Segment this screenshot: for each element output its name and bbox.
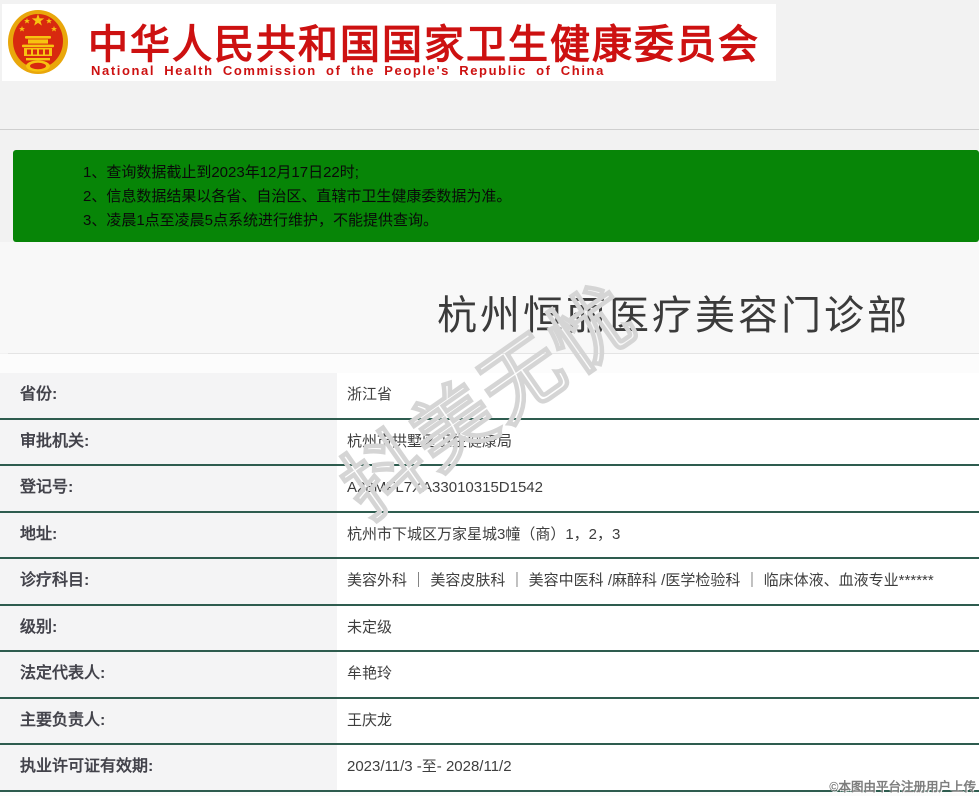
field-label: 执业许可证有效期: — [0, 745, 337, 790]
notice-line: 1、查询数据截止到2023年12月17日22时; — [83, 164, 359, 181]
field-value: 王庆龙 — [337, 698, 979, 743]
image-upload-caption: ©本图由平台注册用户上传 — [829, 780, 976, 794]
table-row: 登记号: A28MFL7XA33010315D1542 — [0, 466, 979, 513]
field-value: 未定级 — [337, 605, 979, 650]
china-national-emblem-icon — [8, 10, 68, 74]
field-label: 地址: — [0, 512, 337, 557]
field-label: 法定代表人: — [0, 652, 337, 697]
site-title-english: National Health Commission of the People… — [91, 63, 605, 78]
field-label: 级别: — [0, 605, 337, 650]
page-title: 杭州恒丽医疗美容门诊部 — [437, 294, 910, 338]
site-title-chinese: 中华人民共和国国家卫生健康委员会 — [88, 23, 760, 67]
table-row: 级别: 未定级 — [0, 605, 979, 652]
field-value: 浙江省 — [337, 373, 979, 418]
field-label: 审批机关: — [0, 419, 337, 464]
field-value: 美容外科 ｜ 美容皮肤科 ｜ 美容中医科 /麻醉科 /医学检验科 ｜ 临床体液、… — [337, 559, 979, 604]
field-label: 省份: — [0, 373, 337, 418]
table-row: 诊疗科目: 美容外科 ｜ 美容皮肤科 ｜ 美容中医科 /麻醉科 /医学检验科 ｜… — [0, 559, 979, 606]
notice-line: 2、信息数据结果以各省、自治区、直辖市卫生健康委数据为准。 — [83, 188, 512, 205]
header-divider — [0, 129, 979, 130]
notice-line: 3、凌晨1点至凌晨5点系统进行维护，不能提供查询。 — [83, 212, 439, 229]
institution-detail-table: 省份: 浙江省 审批机关: 杭州市拱墅区卫生健康局 登记号: A28MFL7XA… — [0, 373, 979, 792]
table-row: 地址: 杭州市下城区万家星城3幢（商）1，2，3 — [0, 512, 979, 559]
field-value: 杭州市下城区万家星城3幢（商）1，2，3 — [337, 512, 979, 557]
notice-box: 1、查询数据截止到2023年12月17日22时; 2、信息数据结果以各省、自治区… — [13, 150, 979, 242]
table-row: 省份: 浙江省 — [0, 373, 979, 420]
field-value: 杭州市拱墅区卫生健康局 — [337, 419, 979, 464]
field-value: A28MFL7XA33010315D1542 — [337, 466, 979, 511]
table-row: 审批机关: 杭州市拱墅区卫生健康局 — [0, 419, 979, 466]
header-banner: 中华人民共和国国家卫生健康委员会 National Health Commiss… — [2, 4, 776, 81]
table-row: 主要负责人: 王庆龙 — [0, 698, 979, 745]
table-row: 法定代表人: 牟艳玲 — [0, 652, 979, 699]
field-label: 登记号: — [0, 466, 337, 511]
field-value: 牟艳玲 — [337, 652, 979, 697]
field-label: 主要负责人: — [0, 698, 337, 743]
field-label: 诊疗科目: — [0, 559, 337, 604]
